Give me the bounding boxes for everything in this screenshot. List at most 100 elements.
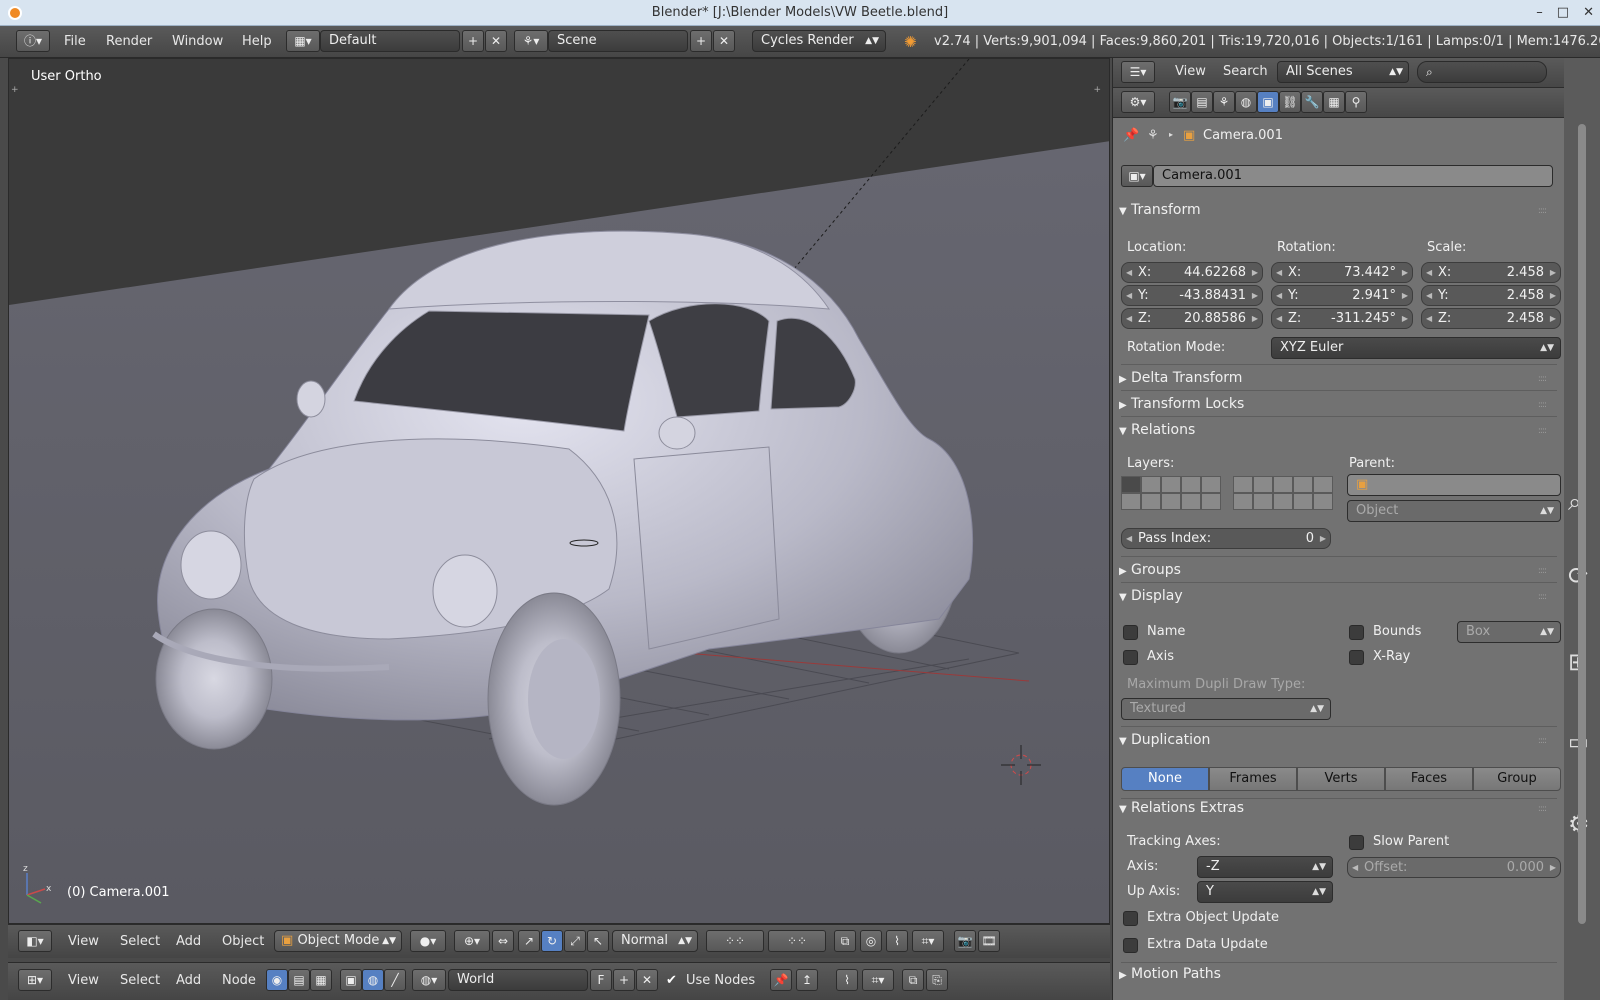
minimize-icon[interactable]: – [1536,0,1543,26]
parent-node-tree-icon[interactable]: ↥ [796,969,818,991]
layer-toggle[interactable] [1293,476,1313,493]
pass-index-field[interactable]: ◀ Pass Index: 0 ▶ [1121,528,1331,549]
menu-render[interactable]: Render [106,34,152,49]
toolshelf-toggle-icon[interactable]: + [11,85,19,95]
snap-target-icon[interactable]: ⌗▾ [912,930,944,952]
panel-grip-icon[interactable]: :::: [1538,206,1547,216]
screen-layout-icon[interactable]: ▦▾ [286,30,320,52]
constraints-tab-icon[interactable]: ⛓ [1279,91,1301,113]
menu-file[interactable]: File [64,34,86,49]
render-tab-icon[interactable]: 📷 [1169,91,1191,113]
node-snap-icon[interactable]: ⌇ [836,969,858,991]
relations-panel-title[interactable]: Relations [1131,422,1195,438]
world-tab-icon[interactable]: ◍ [1235,91,1257,113]
physics-tab-icon[interactable]: ⚲ [1345,91,1367,113]
object-name-field[interactable]: Camera.001 [1153,165,1553,187]
node-menu-add[interactable]: Add [176,973,201,988]
parent-type-select[interactable]: Object ▲▼ [1347,500,1561,522]
display-bounds-checkbox[interactable] [1349,625,1364,640]
panel-grip-icon[interactable]: :::: [1538,566,1547,576]
render-engine-select[interactable]: Cycles Render ▲▼ [752,30,886,52]
properties-toggle-icon[interactable]: + [1093,85,1101,95]
node-snap-element-icon[interactable]: ⌗▾ [862,969,894,991]
fake-user-button[interactable]: F [590,969,612,991]
editor-type-outliner-icon[interactable]: ☰▾ [1121,61,1155,83]
display-collapse-icon[interactable]: ▼ [1119,592,1127,603]
rotation-z-field[interactable]: ◀ Z: -311.245° ▶ [1271,308,1413,329]
scene-tab-icon[interactable]: ⚘ [1213,91,1235,113]
add-scene-icon[interactable]: + [690,30,712,52]
world-name-field[interactable]: World [448,969,588,991]
3d-viewport[interactable]: z x User Ortho (0) Camera.001 + + [8,58,1110,924]
layer-toggle[interactable] [1181,476,1201,493]
layer-toggle[interactable] [1273,493,1293,510]
groups-expand-icon[interactable]: ▶ [1119,566,1127,577]
layer-toggle[interactable] [1313,493,1333,510]
editor-type-3d-icon[interactable]: ◧▾ [18,930,52,952]
transform-panel-title[interactable]: Transform [1131,202,1201,218]
paste-nodes-icon[interactable]: ⎘ [926,969,948,991]
scene-layers-icon[interactable]: ⁘⁘ [706,930,764,952]
groups-panel-title[interactable]: Groups [1131,562,1181,578]
slow-parent-checkbox[interactable] [1349,835,1364,850]
layer-toggle[interactable] [1201,493,1221,510]
close-icon[interactable]: ✕ [1583,0,1594,26]
node-menu-node[interactable]: Node [222,973,256,988]
node-menu-select[interactable]: Select [120,973,160,988]
scale-manipulator-icon[interactable]: ⤢ [564,930,586,952]
panel-grip-icon[interactable]: :::: [1538,592,1547,602]
add-world-icon[interactable]: + [613,969,635,991]
relations-collapse-icon[interactable]: ▼ [1119,426,1127,437]
rotation-mode-select[interactable]: XYZ Euler ▲▼ [1271,337,1561,359]
layer-toggle[interactable] [1313,476,1333,493]
panel-grip-icon[interactable]: :::: [1538,374,1547,384]
pivot-point-icon[interactable]: ⊕▾ [454,930,490,952]
world-browse-icon[interactable]: ◍▾ [412,969,446,991]
transform-locks-expand-icon[interactable]: ▶ [1119,400,1127,411]
menu-add[interactable]: Add [176,934,201,949]
track-axis-select[interactable]: -Z ▲▼ [1197,856,1333,878]
editor-type-properties-icon[interactable]: ⚙▾ [1121,91,1155,113]
location-z-field[interactable]: ◀ Z: 20.88586 ▶ [1121,308,1263,329]
layer-toggle[interactable] [1161,493,1181,510]
duplication-panel-title[interactable]: Duplication [1131,732,1210,748]
outliner-search-input[interactable]: ⌕ [1417,61,1547,83]
motion-paths-expand-icon[interactable]: ▶ [1119,970,1127,981]
extra-object-update-checkbox[interactable] [1123,911,1138,926]
transform-orientation-select[interactable]: Normal ▲▼ [612,930,698,952]
duplication-collapse-icon[interactable]: ▼ [1119,736,1127,747]
add-layout-icon[interactable]: + [462,30,484,52]
panel-grip-icon[interactable]: :::: [1538,736,1547,746]
object-shader-icon[interactable]: ▣ [340,969,362,991]
rotation-x-field[interactable]: ◀ X: 73.442° ▶ [1271,262,1413,283]
layer-toggle[interactable] [1233,493,1253,510]
scene-layers-2-icon[interactable]: ⁘⁘ [768,930,826,952]
transform-locks-panel-title[interactable]: Transform Locks [1131,396,1244,412]
up-axis-select[interactable]: Y ▲▼ [1197,881,1333,903]
panel-grip-icon[interactable]: :::: [1538,400,1547,410]
scale-y-field[interactable]: ◀ Y: 2.458 ▶ [1421,285,1561,306]
compositing-nodes-icon[interactable]: ▤ [288,969,310,991]
texture-tab-icon[interactable]: ▦ [1323,91,1345,113]
lock-layers-icon[interactable]: ⧉ [834,930,856,952]
panel-grip-icon[interactable]: :::: [1538,804,1547,814]
opengl-render-icon[interactable]: 📷 [954,930,976,952]
properties-editor[interactable]: ☰▾ View Search All Scenes ▲▼ ⌕ ⚙▾ 📷 ▤ ⚘ … [1112,58,1564,1000]
dupli-none-button[interactable]: None [1121,767,1209,791]
scale-z-field[interactable]: ◀ Z: 2.458 ▶ [1421,308,1561,329]
layer-toggle[interactable] [1181,493,1201,510]
layer-toggle[interactable] [1293,493,1313,510]
slow-parent-offset-field[interactable]: ◀ Offset: 0.000 ▶ [1347,857,1561,878]
render-layers-tab-icon[interactable]: ▤ [1191,91,1213,113]
dupli-group-button[interactable]: Group [1473,767,1561,791]
pin-icon[interactable]: 📌 [770,969,792,991]
location-x-field[interactable]: ◀ X: 44.62268 ▶ [1121,262,1263,283]
layer-toggle[interactable] [1161,476,1181,493]
shader-nodes-icon[interactable]: ◉ [266,969,288,991]
menu-object[interactable]: Object [222,934,264,949]
display-axis-checkbox[interactable] [1123,650,1138,665]
layout-name-field[interactable]: Default [320,30,460,52]
transform-collapse-icon[interactable]: ▼ [1119,206,1127,217]
proportional-edit-icon[interactable]: ◎ [860,930,882,952]
layer-toggle[interactable] [1141,476,1161,493]
